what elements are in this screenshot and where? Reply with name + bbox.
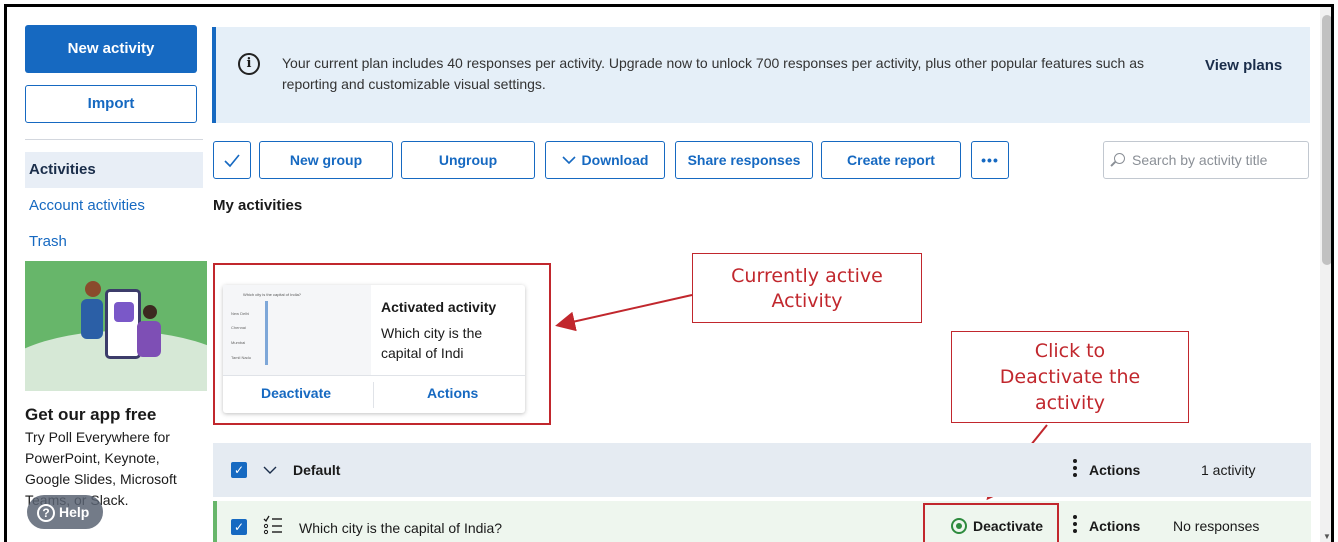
group-actions-button[interactable]: Actions (1089, 462, 1140, 478)
scrollbar-thumb[interactable] (1322, 15, 1331, 265)
group-count: 1 activity (1201, 462, 1256, 478)
kebab-icon[interactable] (1073, 515, 1077, 536)
kebab-icon[interactable] (1073, 459, 1077, 480)
activity-title[interactable]: Which city is the capital of India? (299, 520, 502, 536)
activity-checkbox[interactable]: ✓ (231, 519, 247, 535)
activity-responses: No responses (1173, 518, 1260, 534)
group-checkbox[interactable]: ✓ (231, 462, 247, 478)
group-row-default[interactable]: ✓ Default Actions 1 activity (213, 443, 1311, 497)
app-window: New activity Import Activities Account a… (4, 4, 1334, 542)
deactivate-highlight (923, 503, 1059, 542)
activity-row[interactable]: ✓ Which city is the capital of India? De… (213, 501, 1311, 542)
chevron-down-icon[interactable] (263, 465, 277, 475)
scroll-down-icon[interactable]: ▼ (1323, 532, 1331, 541)
arrow-to-card (555, 294, 693, 332)
scrollbar[interactable]: ▼ (1320, 7, 1331, 542)
multiple-choice-icon (263, 515, 282, 535)
activity-actions-button[interactable]: Actions (1089, 518, 1140, 534)
group-name: Default (293, 462, 341, 478)
